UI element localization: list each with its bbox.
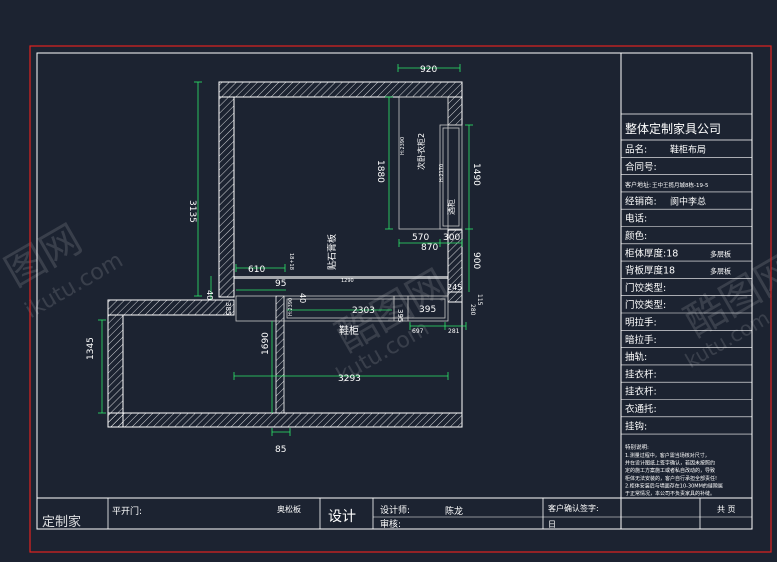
dim-300: 300	[443, 233, 460, 243]
wall-right-bottom	[447, 291, 463, 303]
dim-wardrobe-height: 1880	[375, 160, 385, 183]
dim-115: 115	[476, 294, 483, 306]
review-label: 审核:	[380, 518, 401, 530]
dim-40a: 40	[205, 290, 214, 300]
wall-left-upper	[218, 96, 235, 298]
customer-confirm-label: 客户确认签字:	[548, 503, 599, 513]
title-row-value: 多层板	[710, 267, 731, 276]
dim-3293: 3293	[338, 374, 361, 384]
note-line: 并在设计图纸上签字确认，若因未按照约	[625, 460, 715, 467]
wardrobe-name: 次卧衣柜2	[416, 133, 426, 170]
dim-top-width: 920	[420, 65, 437, 75]
dimension-labels: 920 3135 1880 H:2390 次卧衣柜2 1490 H:2170 酒…	[86, 65, 483, 455]
dim-610: 610	[248, 265, 265, 275]
dimension-lines	[98, 64, 473, 436]
designer-name: 陈龙	[445, 505, 463, 517]
wall-right-upper	[447, 96, 463, 126]
title-row-value: 王中王揽月城8栋-19-5	[652, 181, 709, 189]
partition-wall	[275, 295, 285, 414]
dim-40b: 40	[298, 293, 307, 303]
wall-lower-bottom	[107, 412, 463, 428]
dim-281: 281	[448, 328, 460, 335]
dim-1345: 1345	[86, 337, 96, 360]
note-line: 于正常情况，本公司不负责家具的补缝。	[625, 490, 715, 497]
title-row-label: 挂衣杆:	[625, 368, 657, 380]
title-row-label: 品名:	[625, 144, 647, 156]
wall-lower-left	[107, 314, 124, 428]
dim-2303: 2303	[352, 306, 375, 316]
dim-small-1290: 1290	[341, 278, 354, 284]
tall-cabinet-name: 酒柜	[446, 199, 456, 215]
title-row-value: 鞋柜布局	[670, 144, 706, 156]
dim-right-height: 1490	[471, 163, 481, 186]
cad-drawing-viewport: 图网 ikutu.com 酷图网 kutu.com 酷图网 kutu.com 9…	[0, 0, 777, 558]
note-line: 1.测量过程中，客户需当场核对尺寸，	[625, 452, 710, 459]
dim-870: 870	[421, 243, 438, 253]
bottom-bar: 定制家 平开门: 奥松板 设计 设计师: 陈龙 审核: 客户确认签字: 日 共 …	[37, 497, 752, 530]
wall-lower-top	[107, 299, 235, 316]
title-row-label: 颜色:	[625, 230, 647, 242]
dim-697: 697	[412, 328, 424, 335]
title-row-label: 抽轨:	[625, 351, 647, 363]
title-row-label: 客户地址:	[625, 181, 651, 189]
dim-395b: 395	[419, 305, 436, 315]
dim-385: 385	[224, 302, 232, 315]
note-line: 2.柜体安装后与墙面存在10-30MM的缝隙属	[625, 482, 723, 489]
dim-small-18: 18+18	[288, 253, 294, 270]
design-label: 设计	[328, 509, 356, 525]
note-line: 定的施工方案施工或者私自改动的，导致	[625, 467, 715, 474]
date-label: 日	[548, 520, 556, 529]
dim-245: 245	[447, 283, 462, 292]
title-row-label: 背板厚度18	[625, 265, 675, 277]
dim-395: 395	[396, 309, 404, 322]
floor-plan-drawing: 图网 ikutu.com 酷图网 kutu.com 酷图网 kutu.com 9…	[0, 45, 777, 553]
dim-900: 900	[471, 252, 481, 269]
title-row-label: 合同号:	[625, 161, 657, 173]
dim-85: 85	[275, 445, 286, 455]
title-row-label: 挂衣杆:	[625, 386, 657, 398]
shoe-cabinet-name: 鞋柜	[339, 324, 359, 337]
title-row-label: 衣通托:	[625, 403, 657, 415]
dim-left-height: 3135	[187, 200, 197, 223]
title-row-value: 多层板	[710, 249, 731, 258]
cabinet-height-label: H:2390	[400, 137, 406, 155]
company-name: 整体定制家具公司	[625, 121, 721, 136]
title-row-label: 经销商:	[625, 195, 657, 207]
note-line: 柜体无法安装的，客户自行承担全部责任!	[625, 475, 717, 482]
logo-text: 定制家	[42, 514, 81, 530]
designer-label: 设计师:	[380, 504, 410, 516]
title-row-label: 明拉手:	[625, 317, 657, 329]
material-label: 奥松板	[277, 504, 301, 514]
notes-title: 特别说明:	[625, 443, 649, 451]
wall-top	[218, 81, 463, 98]
dim-1690: 1690	[261, 332, 271, 355]
title-row-label: 门饺类型:	[625, 299, 666, 311]
dim-280: 280	[469, 304, 476, 316]
open-door-label: 平开门:	[112, 505, 142, 517]
tall-cabinet-height-label: H:2170	[439, 164, 445, 182]
title-row-label: 电话:	[625, 213, 647, 225]
dim-570: 570	[412, 233, 429, 243]
notes: 1.测量过程中，客户需当场核对尺寸，并在设计图纸上签字确认，若因未按照约定的施工…	[625, 452, 723, 497]
title-row-label: 暗拉手:	[625, 334, 657, 346]
title-row-label: 柜体厚度:18	[625, 247, 678, 259]
walls	[107, 81, 463, 428]
title-row-label: 门饺类型:	[625, 282, 666, 294]
title-row-label: 挂钩:	[625, 420, 647, 432]
title-row-value: 阆中李总	[670, 195, 706, 207]
sheet-label: 共 页	[717, 505, 736, 514]
shoe-cabinet-height-label: H:2390	[288, 298, 294, 316]
dim-95: 95	[275, 279, 286, 289]
tile-board-label: 贴石膏板	[326, 234, 338, 270]
